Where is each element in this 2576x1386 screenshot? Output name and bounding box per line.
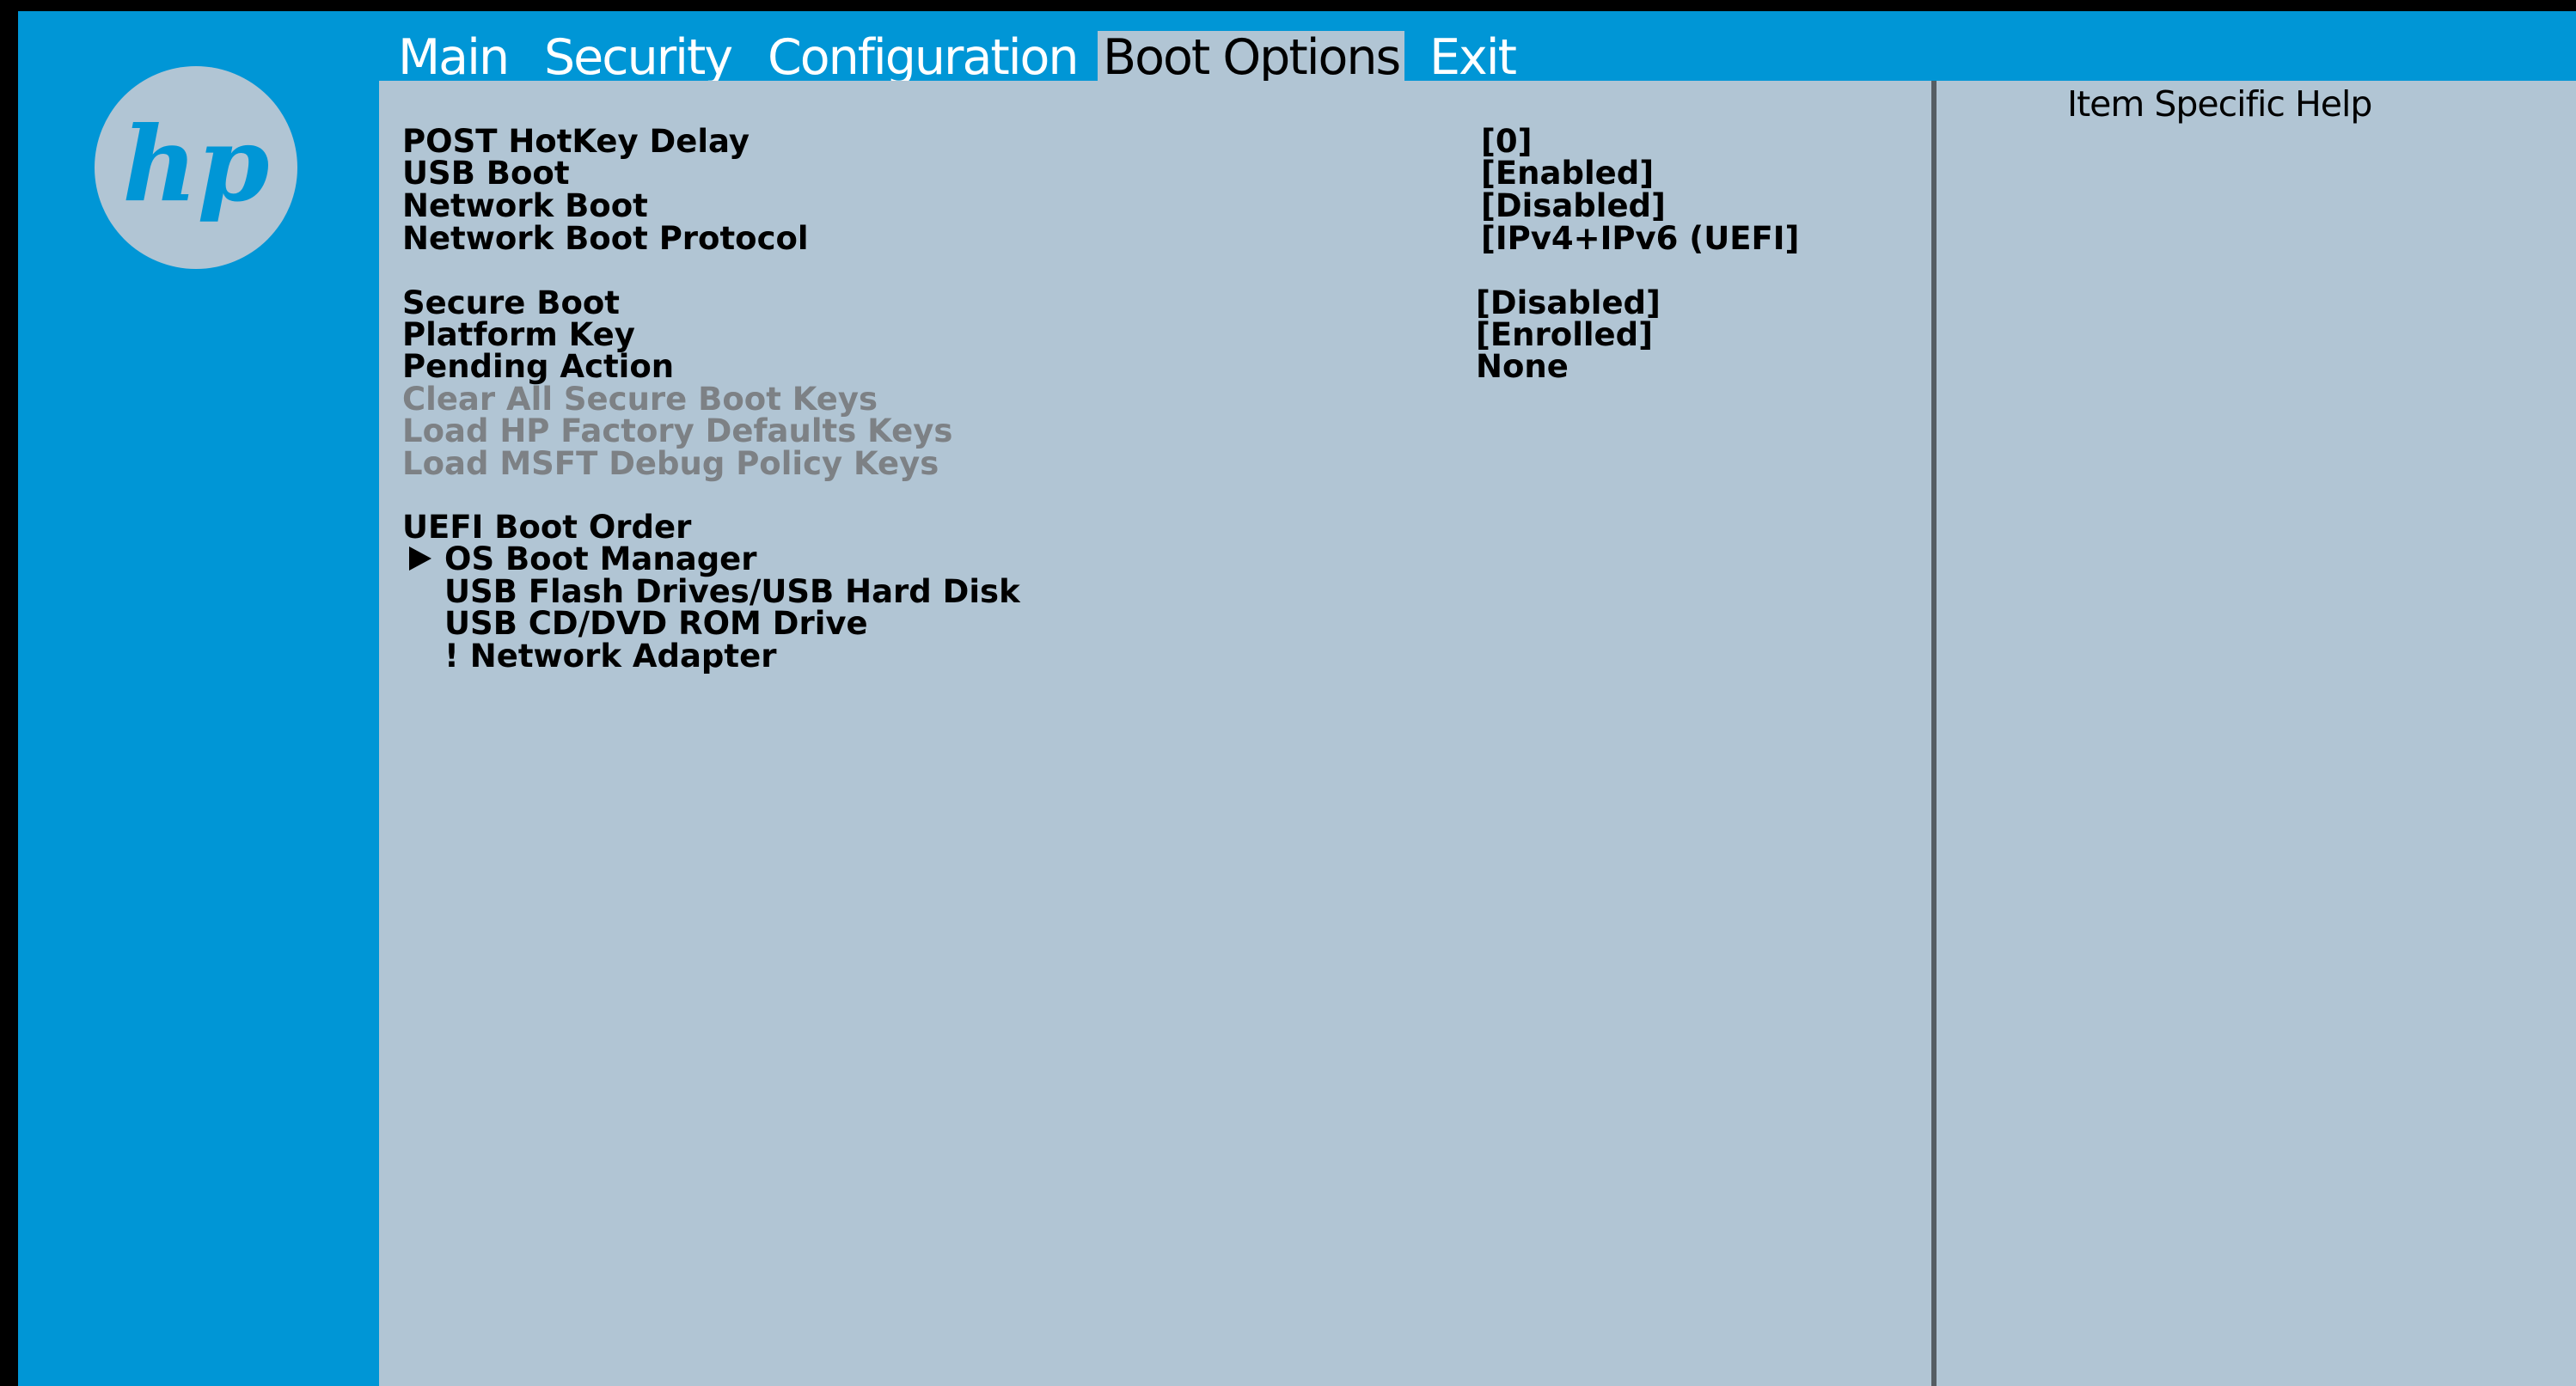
tab-boot-options[interactable]: Boot Options <box>1098 31 1405 84</box>
secure-boot-value[interactable]: [Disabled] <box>1476 286 1661 321</box>
network-boot-protocol-value[interactable]: [IPv4+IPv6 (UEFI] <box>1481 222 1799 256</box>
boot-order-item-os-boot-manager[interactable]: OS Boot Manager <box>444 542 757 577</box>
triangle-right-icon <box>409 546 431 571</box>
network-boot-value[interactable]: [Disabled] <box>1481 189 1666 223</box>
panel-divider <box>1931 81 1937 1386</box>
pending-action-value: None <box>1476 348 1569 385</box>
usb-boot-label[interactable]: USB Boot <box>402 156 570 191</box>
settings-panel <box>379 81 2576 1386</box>
hp-logo-icon: hp <box>95 66 297 269</box>
uefi-boot-order-header: UEFI Boot Order <box>402 509 692 546</box>
platform-key-label[interactable]: Platform Key <box>402 318 635 352</box>
tab-bar: Main Security Configuration Boot Options… <box>0 0 2576 84</box>
logo-text: hp <box>122 104 269 225</box>
tab-configuration[interactable]: Configuration <box>768 31 1080 84</box>
network-boot-label[interactable]: Network Boot <box>402 189 648 223</box>
item-specific-help-title: Item Specific Help <box>2067 83 2372 125</box>
bios-screen: hp Main Security Configuration Boot Opti… <box>0 0 2576 1386</box>
platform-key-value[interactable]: [Enrolled] <box>1476 318 1653 352</box>
boot-order-item-usb-cd-dvd-rom[interactable]: USB CD/DVD ROM Drive <box>444 607 868 641</box>
secure-boot-label[interactable]: Secure Boot <box>402 286 620 321</box>
network-boot-protocol-label[interactable]: Network Boot Protocol <box>402 222 809 256</box>
post-hotkey-delay-label[interactable]: POST HotKey Delay <box>402 125 750 159</box>
tab-main[interactable]: Main <box>398 31 510 84</box>
post-hotkey-delay-value[interactable]: [0] <box>1481 125 1533 159</box>
boot-order-item-network-adapter[interactable]: ! Network Adapter <box>444 639 776 674</box>
tab-security[interactable]: Security <box>544 31 733 84</box>
load-hp-factory-defaults-keys-item: Load HP Factory Defaults Keys <box>402 412 953 449</box>
tab-exit[interactable]: Exit <box>1429 31 1517 84</box>
pending-action-label[interactable]: Pending Action <box>402 350 674 384</box>
clear-all-secure-boot-keys-item: Clear All Secure Boot Keys <box>402 381 878 418</box>
boot-order-item-usb-flash-drives[interactable]: USB Flash Drives/USB Hard Disk <box>444 575 1020 609</box>
usb-boot-value[interactable]: [Enabled] <box>1481 156 1654 191</box>
load-msft-debug-policy-keys-item: Load MSFT Debug Policy Keys <box>402 445 939 482</box>
